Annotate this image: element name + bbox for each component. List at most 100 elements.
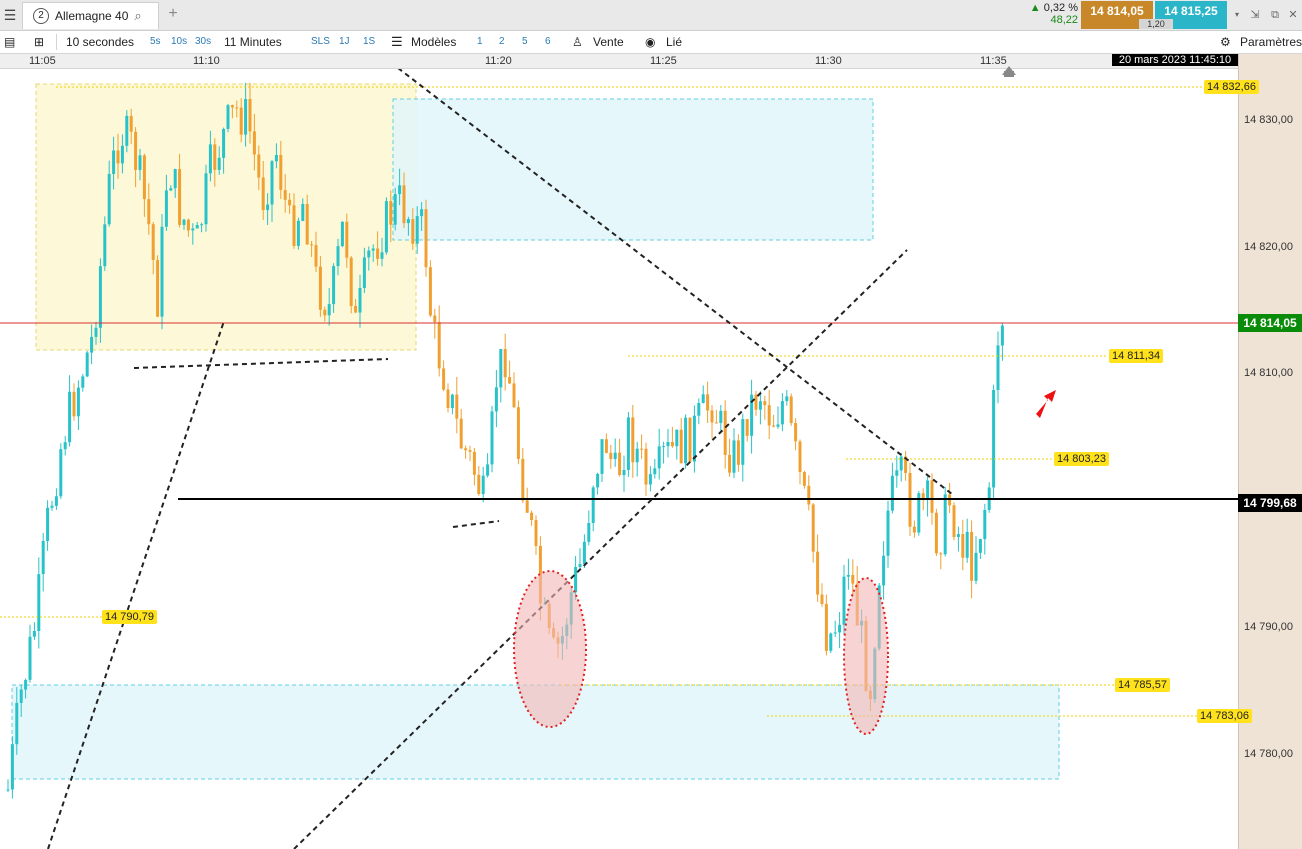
candle-body: [235, 107, 239, 109]
level-tag[interactable]: 14 783,06: [1197, 709, 1252, 723]
menu-icon[interactable]: ☰: [0, 0, 20, 30]
interval-5s[interactable]: 5s: [150, 31, 161, 53]
candle-body: [50, 505, 54, 508]
candle-body: [442, 368, 446, 390]
duration-select[interactable]: 11 Minutes: [224, 31, 282, 53]
candle-body: [604, 439, 608, 453]
time-label: 11:20: [485, 55, 512, 67]
minimize-icon[interactable]: ⇲: [1248, 8, 1262, 22]
model-2[interactable]: 2: [499, 31, 505, 53]
sell-chart-icon[interactable]: ♙: [572, 31, 583, 53]
layout-grid-icon[interactable]: ⊞: [34, 31, 44, 53]
candle-body: [666, 442, 670, 447]
candle-body: [829, 633, 833, 651]
candle-body: [631, 417, 635, 463]
date-time-label: 20 mars 2023 11:45:10: [1112, 54, 1238, 66]
candle-body: [310, 244, 314, 246]
interval-10s[interactable]: 10s: [171, 31, 187, 53]
candle-body: [32, 631, 36, 637]
candle-body: [574, 567, 578, 593]
price-chart[interactable]: [0, 69, 1238, 849]
candle-body: [138, 155, 142, 170]
candle-body: [723, 410, 727, 455]
period-1j[interactable]: 1J: [339, 31, 350, 53]
candle-body: [833, 632, 837, 634]
candle-body: [890, 475, 894, 511]
candle-body: [780, 401, 784, 425]
candle-body: [824, 604, 828, 651]
list-icon[interactable]: ▤: [4, 31, 15, 53]
interval-30s[interactable]: 30s: [195, 31, 211, 53]
candle-body: [98, 266, 102, 328]
change-percent: 0,32 %: [1043, 2, 1078, 14]
level-tag[interactable]: 14 811,34: [1109, 349, 1164, 363]
candle-body: [358, 288, 362, 313]
search-icon[interactable]: ⌕: [134, 8, 141, 24]
candle-body: [332, 266, 336, 305]
close-icon[interactable]: ✕: [1286, 8, 1300, 22]
candle-body: [710, 410, 714, 423]
candle-body: [996, 345, 1000, 390]
candle-body: [807, 485, 811, 505]
candle-body: [63, 442, 67, 450]
candle-body: [499, 349, 503, 388]
price-label: 14 780,00: [1244, 748, 1293, 760]
models-icon[interactable]: ☰: [391, 31, 403, 53]
tab-allemagne-40[interactable]: 2 Allemagne 40 ⌕: [22, 2, 159, 29]
candle-body: [327, 304, 331, 316]
candle-body: [72, 391, 76, 417]
candle-body: [415, 216, 419, 244]
settings-button[interactable]: Paramètres: [1240, 31, 1302, 53]
model-5[interactable]: 5: [522, 31, 528, 53]
candle-body: [697, 403, 701, 416]
candle-body: [19, 689, 23, 703]
candle-body: [10, 744, 14, 790]
candle-body: [587, 523, 591, 542]
time-label: 11:05: [29, 55, 56, 67]
price-label: 14 820,00: [1244, 241, 1293, 253]
candle-body: [706, 394, 710, 411]
level-tag[interactable]: 14 832,66: [1204, 80, 1259, 94]
candle-body: [657, 446, 661, 469]
interval-select[interactable]: 10 secondes: [66, 31, 134, 53]
plus-icon[interactable]: +: [163, 4, 183, 24]
candle-body: [94, 327, 98, 337]
arrow-down-icon[interactable]: ▾: [1230, 8, 1244, 22]
eye-icon[interactable]: ◉: [645, 31, 655, 53]
candle-body: [371, 248, 375, 251]
gear-icon[interactable]: ⚙: [1220, 31, 1231, 53]
time-label: 11:25: [650, 55, 677, 67]
candle-body: [798, 441, 802, 472]
candle-body: [609, 452, 613, 459]
candle-body: [367, 250, 371, 258]
candle-body: [450, 394, 454, 408]
level-tag[interactable]: 14 790,79: [102, 610, 157, 624]
candle-body: [490, 411, 494, 465]
candle-body: [230, 105, 234, 108]
models-button[interactable]: Modèles: [411, 31, 456, 53]
candle-body: [1000, 325, 1004, 346]
candle-body: [217, 157, 221, 170]
candle-body: [926, 480, 930, 500]
level-tag[interactable]: 14 785,57: [1115, 678, 1170, 692]
candle-body: [54, 496, 58, 506]
period-sls[interactable]: SLS: [311, 31, 330, 53]
candle-body: [767, 405, 771, 426]
candle-body: [186, 219, 190, 231]
linked-button[interactable]: Lié: [666, 31, 682, 53]
sell-button[interactable]: Vente: [593, 31, 624, 53]
candle-body: [635, 448, 639, 463]
popout-icon[interactable]: ⧉: [1268, 8, 1282, 22]
candle-body: [618, 452, 622, 475]
change-indicator: ▲ 0,32 % 48,22: [1022, 2, 1078, 28]
candle-body: [983, 510, 987, 540]
candle-body: [24, 679, 28, 690]
period-1s[interactable]: 1S: [363, 31, 375, 53]
candle-body: [46, 507, 50, 541]
level-tag[interactable]: 14 803,23: [1054, 452, 1109, 466]
candle-body: [376, 248, 380, 259]
model-1[interactable]: 1: [477, 31, 483, 53]
model-6[interactable]: 6: [545, 31, 551, 53]
price-label: 14 790,00: [1244, 621, 1293, 633]
candle-body: [851, 575, 855, 584]
